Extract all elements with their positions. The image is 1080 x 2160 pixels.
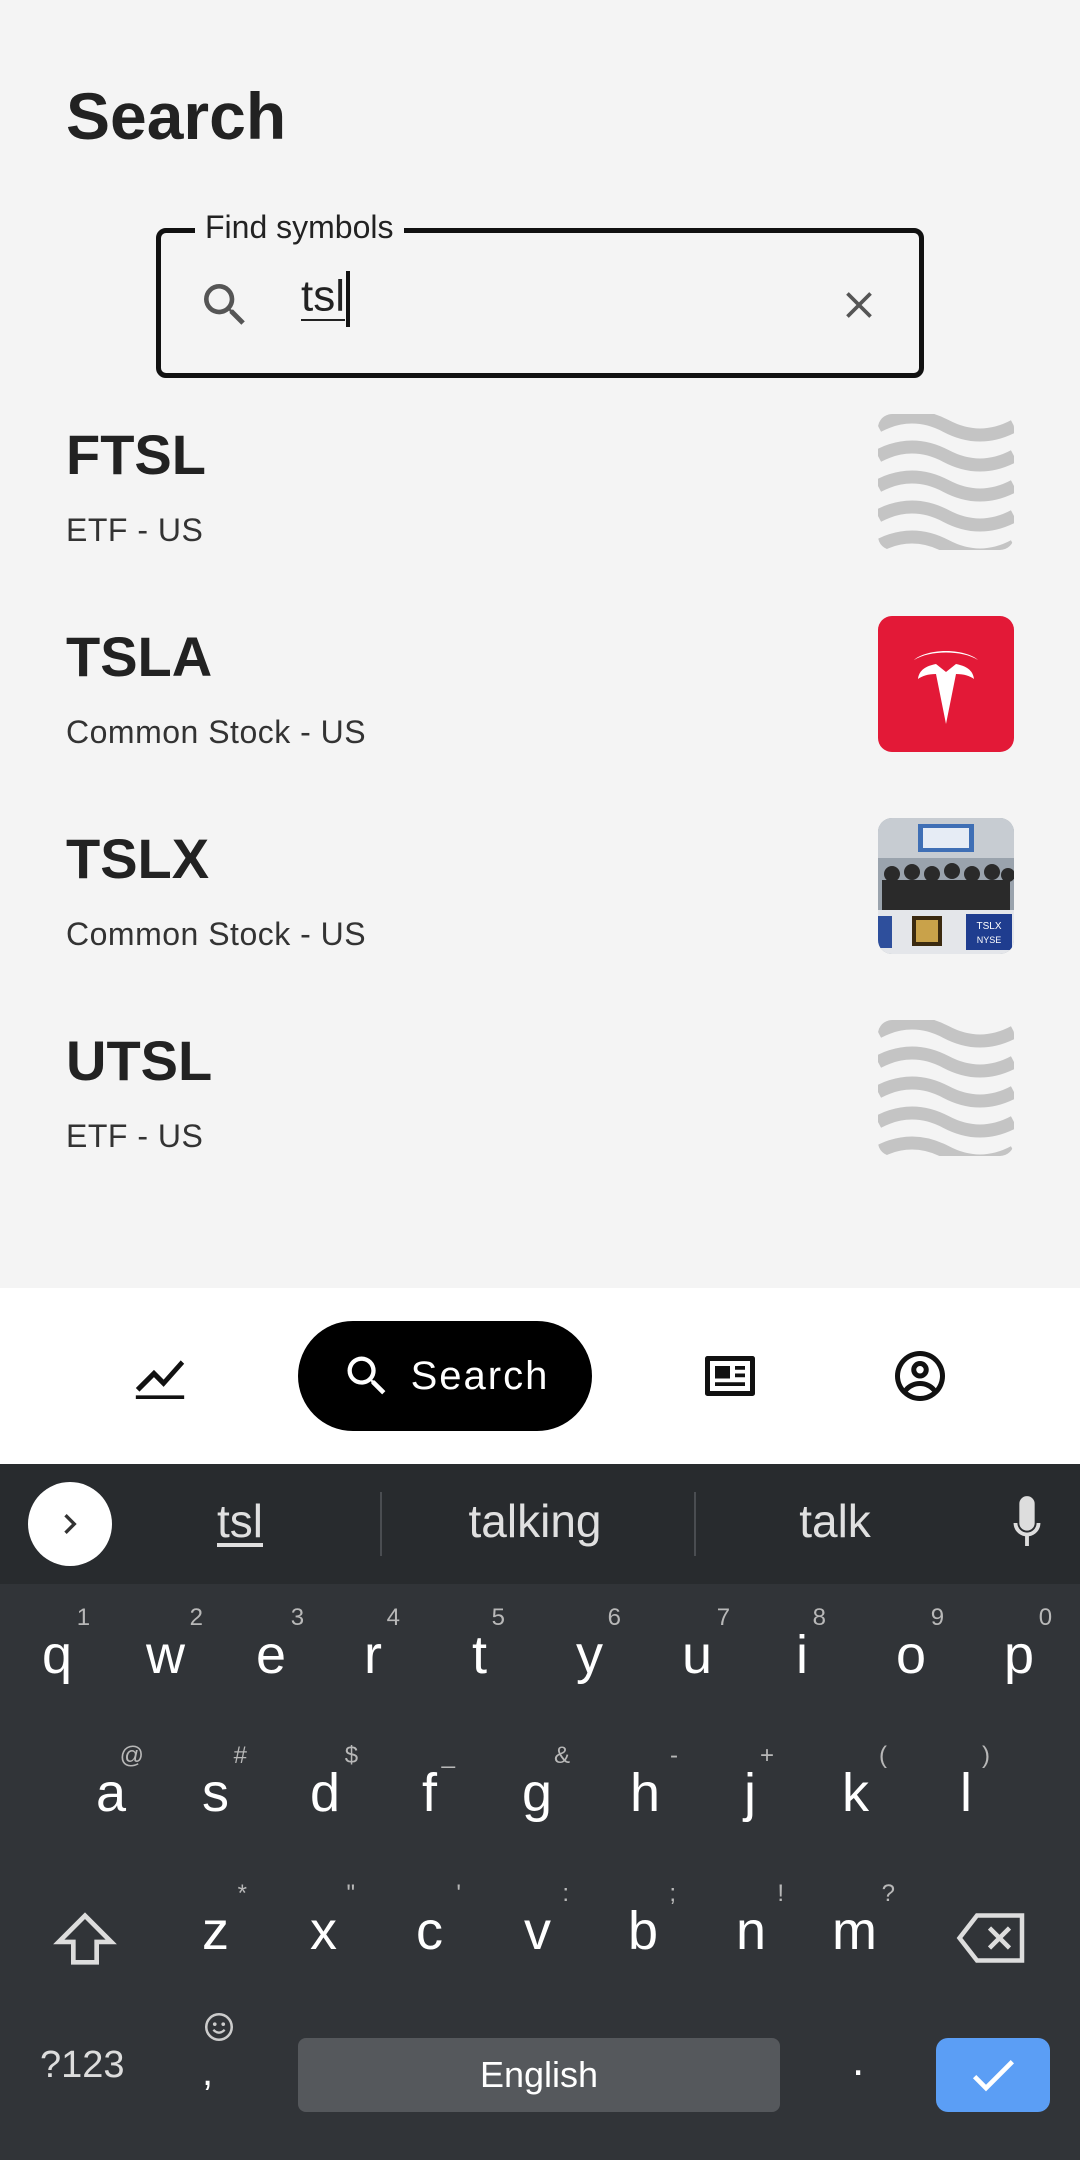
nav-chart-tab[interactable]: [120, 1288, 200, 1464]
chevron-right-icon[interactable]: [28, 1482, 112, 1566]
key-b[interactable]: b;: [628, 1880, 676, 1962]
tesla-logo-icon: [878, 616, 1014, 752]
key-i[interactable]: i8: [796, 1604, 826, 1686]
key-z[interactable]: z *: [202, 1880, 247, 1962]
key-o[interactable]: o9: [896, 1604, 944, 1686]
key-j[interactable]: j +: [744, 1742, 774, 1824]
key-l[interactable]: l): [960, 1742, 990, 1824]
key-p[interactable]: p0: [1004, 1604, 1052, 1686]
results-list: FTSL ETF - US TSLA Common Stock - US TSL…: [0, 400, 1080, 1208]
key-t[interactable]: t5: [472, 1604, 505, 1686]
backspace-icon[interactable]: [954, 1908, 1030, 1968]
nav-search-tab[interactable]: Search: [298, 1321, 592, 1431]
key-n[interactable]: n!: [736, 1880, 784, 1962]
key-k[interactable]: k(: [842, 1742, 887, 1824]
key-comma[interactable]: ,: [202, 2012, 234, 2094]
search-field-label: Find symbols: [195, 209, 404, 246]
key-m[interactable]: m?: [832, 1880, 895, 1962]
suggestion-item[interactable]: tsl: [190, 1494, 290, 1548]
key-v[interactable]: v:: [524, 1880, 569, 1962]
key-g[interactable]: g &: [522, 1742, 570, 1824]
list-item[interactable]: TSLX Common Stock - US TSLX NYSE: [0, 804, 1080, 1006]
symbols-key[interactable]: ?123: [40, 2044, 125, 2087]
nav-news-tab[interactable]: [690, 1288, 770, 1464]
symbol-label: TSLX: [66, 827, 210, 890]
key-q[interactable]: q1: [42, 1604, 90, 1686]
key-s[interactable]: s #: [202, 1742, 247, 1824]
search-input[interactable]: tsl: [301, 271, 350, 327]
shift-icon[interactable]: [50, 1904, 120, 1974]
chart-icon: [135, 1360, 185, 1399]
key-c[interactable]: c ': [416, 1880, 461, 1962]
nav-search-label: Search: [410, 1353, 550, 1398]
key-a[interactable]: a @: [96, 1742, 144, 1824]
newspaper-icon: [705, 1356, 755, 1396]
checkmark-icon: [972, 2060, 1014, 2092]
key-h[interactable]: h-: [630, 1742, 678, 1824]
placeholder-waves-icon: [878, 1020, 1014, 1156]
divider: [380, 1492, 382, 1556]
page-title: Search: [66, 79, 287, 153]
key-r[interactable]: r4: [364, 1604, 400, 1686]
symbol-description: Common Stock - US: [66, 714, 367, 750]
key-period[interactable]: .: [852, 2036, 864, 2086]
symbol-label: TSLA: [66, 625, 213, 688]
space-bar[interactable]: English: [298, 2038, 780, 2112]
on-screen-keyboard: tsl talking talk q1 w2 e3 r4 t5 y6 u7 i8…: [0, 1464, 1080, 2160]
emoji-icon: [204, 2012, 234, 2042]
key-d[interactable]: d $: [310, 1742, 358, 1824]
key-f[interactable]: f _: [422, 1742, 455, 1824]
suggestion-bar: tsl talking talk: [0, 1464, 1080, 1584]
symbol-label: UTSL: [66, 1029, 213, 1092]
search-icon: [204, 284, 245, 325]
key-w[interactable]: w2: [146, 1604, 203, 1686]
key-u[interactable]: u7: [682, 1604, 730, 1686]
list-item[interactable]: TSLA Common Stock - US: [0, 602, 1080, 804]
suggestion-item[interactable]: talk: [760, 1494, 910, 1548]
key-x[interactable]: x ": [310, 1880, 355, 1962]
symbol-description: Common Stock - US: [66, 916, 367, 952]
search-field[interactable]: Find symbols tsl: [156, 209, 924, 378]
bottom-navigation: Search: [0, 1288, 1080, 1464]
divider: [694, 1492, 696, 1556]
microphone-icon[interactable]: [1004, 1492, 1050, 1554]
symbol-label: FTSL: [66, 423, 206, 486]
account-circle-icon: [895, 1351, 945, 1401]
symbol-description: ETF - US: [66, 1118, 204, 1154]
placeholder-waves-icon: [878, 414, 1014, 550]
key-e[interactable]: e3: [256, 1604, 304, 1686]
company-photo-icon: TSLX NYSE: [878, 818, 1014, 954]
search-icon: [347, 1356, 386, 1395]
key-y[interactable]: y6: [576, 1604, 621, 1686]
enter-key[interactable]: [936, 2038, 1050, 2112]
symbol-description: ETF - US: [66, 512, 204, 548]
svg-text:TSLX: TSLX: [976, 921, 1001, 932]
nav-account-tab[interactable]: [880, 1288, 960, 1464]
close-icon[interactable]: [837, 283, 881, 327]
list-item[interactable]: FTSL ETF - US: [0, 400, 1080, 602]
list-item[interactable]: UTSL ETF - US: [0, 1006, 1080, 1208]
svg-text:NYSE: NYSE: [977, 935, 1002, 945]
suggestion-item[interactable]: talking: [420, 1494, 650, 1548]
